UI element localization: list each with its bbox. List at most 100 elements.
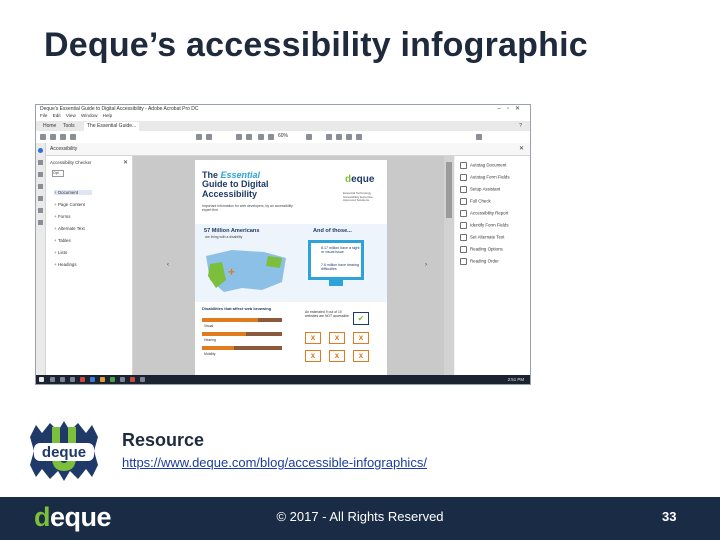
checker-row[interactable]: +Forms [54,214,70,219]
tool-icon [460,174,467,181]
disability-bar-label: Visual [204,324,214,328]
check-icon: ✔ [353,312,369,325]
content-icon[interactable] [38,208,43,213]
fit-icon[interactable] [306,134,312,140]
prev-page-icon[interactable] [196,134,202,140]
monitor-graphic: 8.17 million have a sight or visual issu… [308,240,364,280]
sign-icon[interactable] [356,134,362,140]
taskbar-app-icon[interactable] [110,377,115,382]
x-icon: x [353,350,369,362]
vertical-scrollbar[interactable] [444,156,454,375]
hand-icon[interactable] [246,134,252,140]
help-icon[interactable]: ? [519,123,522,129]
zoom-level[interactable]: 60% [278,133,288,139]
acrobat-screenshot: Deque's Essential Guide to Digital Acces… [35,104,531,385]
zoom-out-icon[interactable] [258,134,264,140]
options-button[interactable]: Opt [52,170,64,177]
svg-text:+: + [228,265,235,279]
menu-view[interactable]: View [66,113,76,118]
tab-tools[interactable]: Tools [60,123,78,129]
scrollbar-thumb[interactable] [446,162,452,218]
checker-row[interactable]: +Alternate Text [54,226,85,231]
tool-icon [460,198,467,205]
checker-row[interactable]: +Page Content [54,202,85,207]
pages-icon[interactable] [38,160,43,165]
tool-item[interactable]: Autotag Form Fields [460,174,510,181]
infographic-page: The Essential Guide to Digital Accessibi… [195,160,387,375]
checker-row[interactable]: +Tables [54,238,71,243]
select-icon[interactable] [236,134,242,140]
close-icon[interactable]: ✕ [123,159,128,166]
accessibility-icon[interactable] [38,148,43,153]
pen-icon[interactable] [346,134,352,140]
taskbar-app-icon[interactable] [80,377,85,382]
print-icon[interactable] [50,134,56,140]
close-icon[interactable]: ✕ [519,145,524,152]
us-map-graphic: + [206,250,286,292]
tool-item[interactable]: Reading Order [460,258,499,265]
search-icon[interactable] [70,134,76,140]
deque-u-badge: deque [30,421,98,481]
highlight-icon[interactable] [336,134,342,140]
tool-item[interactable]: Autotag Document [460,162,506,169]
resource-link[interactable]: https://www.deque.com/blog/accessible-in… [122,455,427,470]
logo-tagline: Essential Technology Accessibility Exper… [343,191,374,203]
taskbar-app-icon[interactable] [60,377,65,382]
disability-bar-label: Hearing [204,338,216,342]
menu-window[interactable]: Window [81,113,97,118]
order-icon[interactable] [38,220,43,225]
tool-item[interactable]: Accessibility Report [460,210,508,217]
tool-icon [460,234,467,241]
taskbar-app-icon[interactable] [90,377,95,382]
document-canvas[interactable]: ‹ › The Essential Guide to Digital Acces… [133,156,454,375]
left-rail [36,143,46,375]
tool-item[interactable]: Identify Form Fields [460,222,509,229]
right-tools-panel: Autotag Document Autotag Form Fields Set… [455,156,530,375]
tool-icon [460,162,467,169]
x-icon: x [329,350,345,362]
disability-bar [202,318,282,322]
start-icon[interactable] [39,377,44,382]
user-icon[interactable] [476,134,482,140]
x-icon: x [305,332,321,344]
bookmark-icon[interactable] [38,172,43,177]
tool-item[interactable]: Set Alternate Text [460,234,504,241]
chevron-right-icon[interactable]: › [425,262,427,268]
slide-title: Deque’s accessibility infographic [44,26,588,64]
zoom-in-icon[interactable] [268,134,274,140]
checker-row[interactable]: +Lists [54,250,67,255]
taskbar-app-icon[interactable] [100,377,105,382]
menu-help[interactable]: Help [103,113,112,118]
checker-row[interactable]: +Headings [54,262,77,267]
tool-item[interactable]: Full Check [460,198,491,205]
tab-home[interactable]: Home [40,123,59,129]
tags-icon[interactable] [38,196,43,201]
checker-title: Accessibility Checker [50,160,92,165]
infographic-title: The Essential Guide to Digital Accessibi… [202,170,269,199]
x-icon: x [353,332,369,344]
taskbar-app-icon[interactable] [130,377,135,382]
checker-row[interactable]: +Document [54,190,93,195]
chevron-left-icon[interactable]: ‹ [167,262,169,268]
disability-bar-label: Mobility [204,352,216,356]
tool-item[interactable]: Setup Assistant [460,186,500,193]
tool-icon [460,210,467,217]
window-controls[interactable]: –▫✕ [498,105,527,112]
resource-label: Resource [122,430,205,450]
comment-icon[interactable] [326,134,332,140]
next-page-icon[interactable] [206,134,212,140]
tab-document[interactable]: The Essential Guide... [84,122,140,131]
menu-file[interactable]: File [40,113,47,118]
save-icon[interactable] [40,134,46,140]
taskbar-app-icon[interactable] [140,377,145,382]
taskbar-app-icon[interactable] [70,377,75,382]
tool-item[interactable]: Reading Options [460,246,503,253]
americans-sub: are living with a disability [205,235,243,239]
taskbar-app-icon[interactable] [50,377,55,382]
taskbar-app-icon[interactable] [120,377,125,382]
mail-icon[interactable] [60,134,66,140]
menu-edit[interactable]: Edit [53,113,61,118]
disabilities-heading: Disabilities that affect web browsing [202,306,272,311]
disability-bar-fill [202,318,258,322]
attachment-icon[interactable] [38,184,43,189]
